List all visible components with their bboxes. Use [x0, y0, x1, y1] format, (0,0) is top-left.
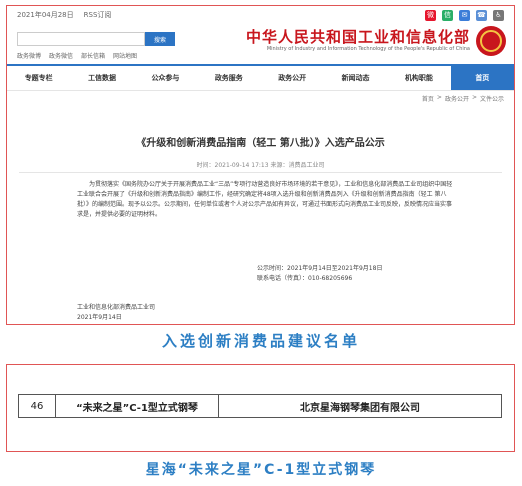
article-contact: 公示时间：2021年9月14日至2021年9月18日 联系电话（传真）：010-…	[257, 264, 382, 284]
nav-item-home[interactable]: 首页	[450, 66, 514, 90]
row-number: 46	[18, 394, 56, 418]
mail-icon[interactable]: ✉	[459, 9, 470, 21]
quick-link[interactable]: 政务微博	[17, 51, 41, 60]
search-button[interactable]: 搜索	[145, 32, 175, 46]
nav-item[interactable]: 机构职能	[387, 66, 450, 90]
breadcrumb: 首页 > 政务公开 > 文件公示	[7, 94, 514, 106]
breadcrumb-item[interactable]: 文件公示	[480, 94, 504, 106]
accessibility-icon[interactable]: ♿	[493, 9, 504, 21]
main-nav: 专题专栏 工信数据 公众参与 政务服务 政务公开 新闻动态 机构职能 首页	[7, 64, 514, 91]
contact-line: 联系电话（传真）：010-68205696	[257, 275, 353, 282]
product-name: “未来之星”C-1型立式钢琴	[55, 394, 219, 418]
sign-line: 2021年9月14日	[77, 314, 122, 321]
quick-link[interactable]: 部长信箱	[81, 51, 105, 60]
article-signature: 工业和信息化部消费品工业司 2021年9月14日	[77, 303, 155, 323]
site-subtitle: Ministry of Industry and Information Tec…	[266, 46, 470, 52]
nav-item[interactable]: 政务服务	[197, 66, 260, 90]
webpage-frame: 2021年04月28日 RSS订阅 微 信 ✉ ☎ ♿ 搜索 政务微博 政务微信…	[6, 5, 515, 325]
contact-line: 公示时间：2021年9月14日至2021年9月18日	[257, 265, 383, 272]
quick-links: 政务微博 政务微信 部长信箱 网站地图	[17, 51, 137, 60]
social-icons: 微 信 ✉ ☎ ♿	[425, 9, 504, 21]
table-row: 46 “未来之星”C-1型立式钢琴 北京星海钢琴集团有限公司	[18, 394, 502, 418]
breadcrumb-item[interactable]: 首页	[422, 94, 434, 106]
caption-top: 入选创新消费品建议名单	[161, 332, 360, 350]
date-text: 2021年04月28日	[17, 11, 74, 19]
utility-bar: 2021年04月28日 RSS订阅 微 信 ✉ ☎ ♿	[7, 6, 514, 24]
article-meta: 时间：2021-09-14 17:13 来源：消费品工业司	[196, 162, 325, 169]
breadcrumb-item[interactable]: 政务公开	[445, 94, 469, 106]
wechat-icon[interactable]: 信	[442, 9, 453, 21]
site-header: 搜索 政务微博 政务微信 部长信箱 网站地图 中华人民共和国工业和信息化部 Mi…	[7, 24, 514, 64]
search-box: 搜索	[17, 32, 175, 46]
article-body: 为贯彻落实《国务院办公厅关于开展消费品工业“三品”专项行动营造良好市场环境的若干…	[77, 181, 453, 218]
national-emblem-icon	[476, 26, 506, 56]
sign-line: 工业和信息化部消费品工业司	[77, 304, 156, 311]
nav-item[interactable]: 新闻动态	[324, 66, 387, 90]
divider	[19, 172, 502, 173]
nav-item[interactable]: 工信数据	[70, 66, 133, 90]
weibo-icon[interactable]: 微	[425, 9, 436, 21]
entries-table: 46 “未来之星”C-1型立式钢琴 北京星海钢琴集团有限公司	[18, 394, 502, 418]
article-title: 《升级和创新消费品指南（轻工 第八批）》入选产品公示	[136, 138, 385, 149]
search-input[interactable]	[17, 32, 145, 46]
nav-item[interactable]: 政务公开	[261, 66, 324, 90]
nav-item[interactable]: 专题专栏	[7, 66, 70, 90]
quick-link[interactable]: 政务微信	[49, 51, 73, 60]
rss-link[interactable]: RSS订阅	[84, 10, 112, 20]
site-title: 中华人民共和国工业和信息化部	[245, 28, 470, 46]
caption-bottom: 星海“未来之星”C-1型立式钢琴	[145, 462, 377, 478]
quick-link[interactable]: 网站地图	[113, 51, 137, 60]
nav-item[interactable]: 公众参与	[134, 66, 197, 90]
phone-icon[interactable]: ☎	[476, 9, 487, 21]
company-name: 北京星海钢琴集团有限公司	[218, 394, 502, 418]
